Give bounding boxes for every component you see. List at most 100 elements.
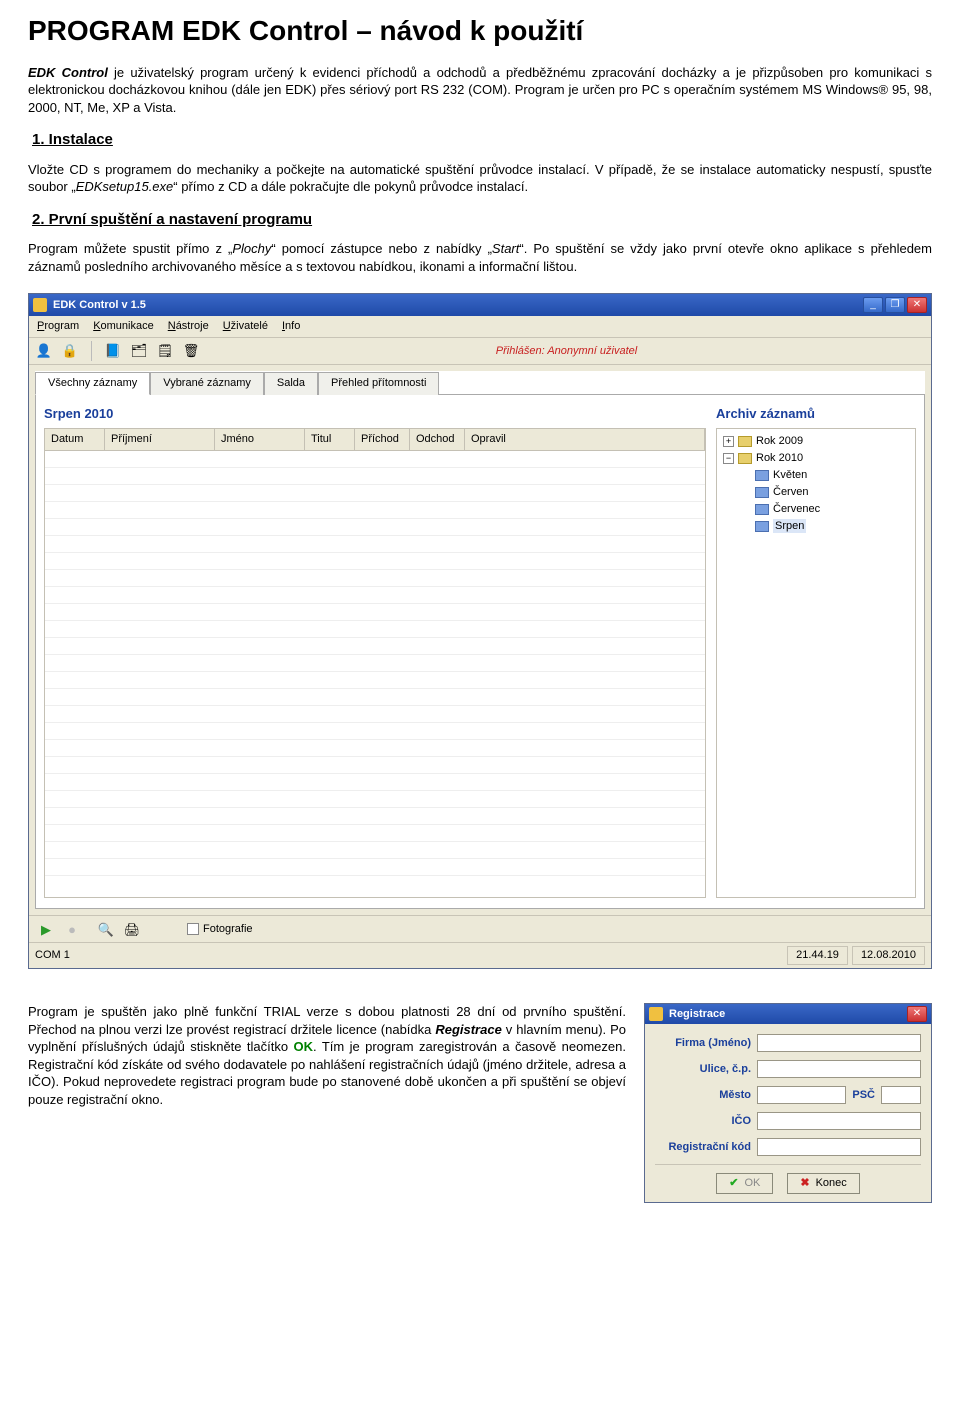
window-title: EDK Control v 1.5 (53, 298, 863, 313)
intro-text: je uživatelský program určený k evidenci… (28, 65, 932, 115)
dlg-ok-label: OK (744, 1176, 760, 1191)
expander-icon[interactable]: − (723, 453, 734, 464)
menu-info[interactable]: Info (282, 319, 300, 334)
col-odchod[interactable]: Odchod (410, 429, 465, 450)
archive-tree[interactable]: +Rok 2009 −Rok 2010 Květen Červen Červen… (716, 428, 916, 898)
status-time: 21.44.19 (787, 946, 848, 965)
expander-icon[interactable]: + (723, 436, 734, 447)
table-row[interactable] (45, 757, 705, 774)
table-row[interactable] (45, 638, 705, 655)
dlg-icon (649, 1007, 663, 1021)
play-icon[interactable]: ▶ (37, 920, 55, 938)
table-row[interactable] (45, 604, 705, 621)
records-grid[interactable]: Datum Příjmení Jméno Titul Příchod Odcho… (44, 428, 706, 898)
dlg-konec-button[interactable]: ✖Konec (787, 1173, 859, 1194)
col-opravil[interactable]: Opravil (465, 429, 705, 450)
book-icon[interactable]: 📘 (104, 342, 122, 360)
table-row[interactable] (45, 859, 705, 876)
col-prijmeni[interactable]: Příjmení (105, 429, 215, 450)
tree-year-2009[interactable]: +Rok 2009 (719, 433, 913, 450)
input-kod[interactable] (757, 1138, 921, 1156)
tree-month-kveten[interactable]: Květen (719, 467, 913, 484)
tree-month-cerven[interactable]: Červen (719, 484, 913, 501)
user-icon[interactable]: 👤 (35, 342, 53, 360)
table-row[interactable] (45, 672, 705, 689)
input-firma[interactable] (757, 1034, 921, 1052)
table-row[interactable] (45, 791, 705, 808)
tab-salda[interactable]: Salda (264, 372, 318, 395)
maximize-button[interactable]: ❐ (885, 297, 905, 313)
menu-komunikace[interactable]: Komunikace (93, 319, 154, 334)
dlg-buttons: ✔OK ✖Konec (655, 1164, 921, 1194)
tab-all-records[interactable]: Všechny záznamy (35, 372, 150, 395)
tab-selected-records[interactable]: Vybrané záznamy (150, 372, 264, 395)
left-panel: Srpen 2010 Datum Příjmení Jméno Titul Př… (44, 405, 706, 899)
tree-month-cervenec[interactable]: Červenec (719, 501, 913, 518)
table-row[interactable] (45, 655, 705, 672)
preview-icon[interactable]: 🔍 (97, 920, 115, 938)
sec1-b: “ přímo z CD a dále pokračujte dle pokyn… (173, 179, 528, 194)
table-row[interactable] (45, 774, 705, 791)
foto-checkbox[interactable]: Fotografie (187, 922, 253, 937)
tab-presence[interactable]: Přehled přítomnosti (318, 372, 439, 395)
label-firma: Firma (Jméno) (655, 1036, 751, 1051)
tabstrip: Všechny záznamy Vybrané záznamy Salda Př… (35, 371, 925, 394)
workarea: Srpen 2010 Datum Příjmení Jméno Titul Př… (35, 394, 925, 910)
table-row[interactable] (45, 502, 705, 519)
table-row[interactable] (45, 485, 705, 502)
tree-year-2010[interactable]: −Rok 2010 (719, 450, 913, 467)
table-row[interactable] (45, 468, 705, 485)
print-icon[interactable]: 🖨 (123, 920, 141, 938)
folder-icon (755, 487, 769, 498)
tree-label: Květen (773, 468, 807, 483)
stop-icon[interactable]: ● (63, 920, 81, 938)
lock-icon[interactable]: 🔒 (61, 342, 79, 360)
close-button[interactable]: ✕ (907, 297, 927, 313)
table-row[interactable] (45, 553, 705, 570)
col-prichod[interactable]: Příchod (355, 429, 410, 450)
col-jmeno[interactable]: Jméno (215, 429, 305, 450)
section-1-head: 1. Instalace (32, 130, 932, 150)
folder-icon (755, 470, 769, 481)
table-row[interactable] (45, 723, 705, 740)
input-ulice[interactable] (757, 1060, 921, 1078)
label-mesto: Město (655, 1088, 751, 1103)
right-panel: Archiv záznamů +Rok 2009 −Rok 2010 Květe… (716, 405, 916, 899)
table-row[interactable] (45, 587, 705, 604)
col-titul[interactable]: Titul (305, 429, 355, 450)
table-row[interactable] (45, 536, 705, 553)
table-row[interactable] (45, 825, 705, 842)
dlg-close-button[interactable]: ✕ (907, 1006, 927, 1022)
table-row[interactable] (45, 842, 705, 859)
table-row[interactable] (45, 570, 705, 587)
table-icon[interactable]: 🗒 (156, 342, 174, 360)
x-icon: ✖ (800, 1176, 809, 1191)
table-row[interactable] (45, 808, 705, 825)
doc-title: PROGRAM EDK Control – návod k použití (28, 12, 932, 50)
registration-dialog: Registrace ✕ Firma (Jméno) Ulice, č.p. M… (644, 1003, 932, 1203)
tree-month-srpen[interactable]: Srpen (719, 518, 913, 535)
separator (91, 341, 92, 361)
table-row[interactable] (45, 706, 705, 723)
table-row[interactable] (45, 621, 705, 638)
table-row[interactable] (45, 451, 705, 468)
input-mesto[interactable] (757, 1086, 846, 1104)
menu-nastroje[interactable]: Nástroje (168, 319, 209, 334)
dlg-titlebar: Registrace ✕ (645, 1004, 931, 1024)
input-psc[interactable] (881, 1086, 921, 1104)
sec2-plochy: Plochy (232, 241, 271, 256)
dlg-ok-button[interactable]: ✔OK (716, 1173, 773, 1194)
cards-icon[interactable]: 🗂 (130, 342, 148, 360)
table-row[interactable] (45, 689, 705, 706)
menubar: PProgramrogram Komunikace Nástroje Uživa… (29, 316, 931, 338)
menu-uzivatele[interactable]: Uživatelé (223, 319, 268, 334)
table-row[interactable] (45, 740, 705, 757)
titlebar: EDK Control v 1.5 _ ❐ ✕ (29, 294, 931, 316)
input-ico[interactable] (757, 1112, 921, 1130)
col-datum[interactable]: Datum (45, 429, 105, 450)
minimize-button[interactable]: _ (863, 297, 883, 313)
table-row[interactable] (45, 519, 705, 536)
restore-icon[interactable]: 🗑 (182, 342, 200, 360)
menu-program[interactable]: PProgramrogram (37, 319, 79, 334)
intro-prog-name: EDK Control (28, 65, 108, 80)
